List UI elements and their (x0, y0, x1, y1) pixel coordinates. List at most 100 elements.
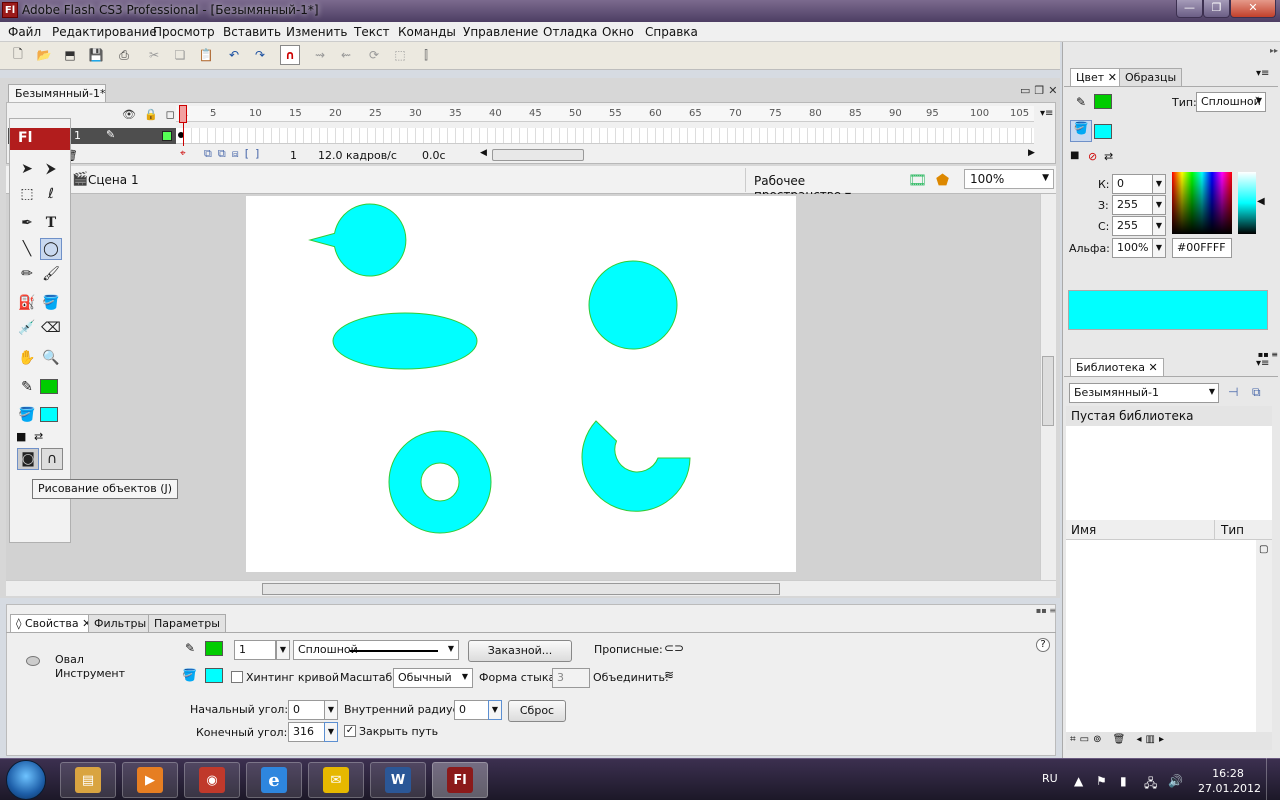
lasso-tool-icon[interactable]: ℓ (40, 183, 62, 205)
stroke-width-field[interactable]: 1 (234, 640, 276, 660)
prop-fill-color-swatch[interactable] (205, 668, 223, 683)
cut-icon[interactable]: ✂ (146, 47, 162, 63)
eraser-tool-icon[interactable]: ⌫ (40, 317, 62, 339)
menu-help[interactable]: Справка (645, 25, 698, 39)
library-doc-select[interactable]: Безымянный-1 ▼ (1069, 383, 1219, 403)
menu-modify[interactable]: Изменить (286, 25, 348, 39)
hinting-checkbox[interactable] (231, 671, 243, 683)
blue-dropdown[interactable]: ▼ (1152, 216, 1166, 236)
fill-color-swatch[interactable] (40, 407, 58, 422)
end-angle-field[interactable]: 316 (288, 722, 326, 742)
undo-icon[interactable]: ↶ (226, 47, 242, 63)
hex-field[interactable]: #00FFFF (1172, 238, 1232, 258)
library-bottom-toolbar[interactable]: ⌗▭⊚ 🗑 ◂▥▸ (1066, 732, 1272, 750)
tab-library[interactable]: Библиотека ✕ (1070, 358, 1164, 376)
scale-select[interactable]: Обычный ▼ (393, 668, 473, 688)
taskbar-app-explorer[interactable]: ▤ (60, 762, 116, 798)
edit-scene-icon[interactable]: 🎞 (908, 171, 927, 189)
save-icon[interactable]: 💾 (88, 47, 104, 63)
eyedropper-tool-icon[interactable]: 💉 (16, 317, 38, 339)
stage-vertical-thumb[interactable] (1042, 356, 1054, 426)
oval-tool-icon[interactable]: ◯ (40, 238, 62, 260)
library-list[interactable] (1066, 540, 1256, 732)
text-tool-icon[interactable]: T (40, 212, 62, 234)
start-angle-field[interactable]: 0 (288, 700, 326, 720)
menu-file[interactable]: Файл (8, 25, 41, 39)
selection-tool-icon[interactable]: ➤ (16, 158, 38, 180)
timeline-ruler[interactable] (176, 106, 1034, 122)
show-desktop-button[interactable] (1266, 758, 1280, 800)
inner-radius-dropdown[interactable]: ▼ (488, 700, 502, 720)
scroll-left-icon[interactable]: ◀ (480, 148, 487, 158)
rotate-icon[interactable]: ⟳ (366, 47, 382, 63)
ring-shape[interactable] (388, 430, 492, 534)
layer-outline-icon[interactable] (162, 131, 172, 141)
color-fill-icon[interactable]: 🪣 (1070, 120, 1092, 142)
color-panel-menu-icon[interactable]: ▾≡ (1256, 68, 1269, 79)
stroke-style-select[interactable]: Сплошной ▼ (293, 640, 459, 660)
taskbar-app-media[interactable]: ▶ (122, 762, 178, 798)
arc-ring-shape[interactable] (581, 420, 691, 512)
blue-field[interactable]: 255 (1112, 216, 1154, 236)
onion-skin-icons[interactable]: ⧉⧉⧈[] (204, 147, 265, 161)
color-fill-swatch[interactable] (1094, 124, 1112, 139)
menu-control[interactable]: Управление (463, 25, 538, 39)
prop-stroke-color-swatch[interactable] (205, 641, 223, 656)
language-indicator[interactable]: RU (1042, 772, 1058, 785)
reset-button[interactable]: Сброс (508, 700, 566, 722)
menu-insert[interactable]: Вставить (223, 25, 281, 39)
red-dropdown[interactable]: ▼ (1152, 174, 1166, 194)
new-library-panel-icon[interactable]: ⧉ (1252, 385, 1261, 400)
copy-icon[interactable]: ❏ (172, 47, 188, 63)
column-name[interactable]: Имя (1071, 523, 1096, 537)
pen-tool-icon[interactable]: ✒ (16, 212, 38, 234)
timeline-scroll-thumb[interactable] (492, 149, 584, 161)
show-hidden-icons[interactable]: ▲ (1074, 774, 1083, 788)
ellipse-shape[interactable] (332, 312, 478, 370)
scroll-right-icon[interactable]: ▶ (1028, 148, 1035, 158)
default-colors-icon[interactable]: ■ (1070, 150, 1079, 161)
pacman-shape[interactable] (308, 203, 407, 277)
default-colors-icon[interactable]: ■ (16, 430, 26, 443)
redo-icon[interactable]: ↷ (252, 47, 268, 63)
center-frame-icon[interactable]: ⌖ (180, 148, 186, 159)
dock-grip[interactable]: ▸▸ (1064, 46, 1278, 56)
tab-swatches[interactable]: Образцы (1119, 68, 1183, 86)
maximize-button[interactable]: ❐ (1203, 0, 1230, 18)
zoom-select[interactable]: 100% ▼ (964, 169, 1054, 189)
smooth-icon[interactable]: ⇝ (312, 47, 328, 63)
combine-icon[interactable]: ≋ (664, 668, 674, 682)
sort-icon[interactable]: ▢ (1259, 544, 1268, 555)
paint-bucket-tool-icon[interactable]: 🪣 (40, 292, 62, 314)
stroke-width-dropdown[interactable]: ▼ (276, 640, 290, 660)
hand-tool-icon[interactable]: ✋ (16, 347, 38, 369)
join-field[interactable]: 3 (552, 668, 590, 688)
document-window-controls[interactable]: ▭❐✕ (1020, 84, 1061, 97)
pin-library-icon[interactable]: ⊣ (1228, 385, 1238, 399)
brightness-slider[interactable] (1238, 172, 1256, 234)
fill-type-select[interactable]: Сплошной ▼ (1196, 92, 1266, 112)
start-angle-dropdown[interactable]: ▼ (324, 700, 338, 720)
close-path-checkbox[interactable]: ✓ (344, 725, 356, 737)
power-icon[interactable]: ▮ (1120, 774, 1127, 788)
tab-properties[interactable]: ◊ Свойства ✕ (10, 614, 98, 632)
taskbar-app-word[interactable]: W (370, 762, 426, 798)
layer-visibility-icons[interactable]: 👁🔒◻ (122, 108, 183, 121)
menu-edit[interactable]: Редактирование (52, 25, 157, 39)
no-color-icon[interactable]: ⊘ (1088, 150, 1097, 163)
menu-commands[interactable]: Команды (398, 25, 456, 39)
taskbar-app-recorder[interactable]: ◉ (184, 762, 240, 798)
swap-colors-icon[interactable]: ⇄ (1104, 150, 1113, 163)
end-angle-dropdown[interactable]: ▼ (324, 722, 338, 742)
straighten-icon[interactable]: ⇜ (338, 47, 354, 63)
tab-parameters[interactable]: Параметры (148, 614, 226, 632)
stage[interactable] (246, 196, 796, 572)
pencil-tool-icon[interactable]: ✏ (16, 263, 38, 285)
green-dropdown[interactable]: ▼ (1152, 195, 1166, 215)
library-menu-icon[interactable]: ▾≡ (1256, 358, 1269, 369)
network-icon[interactable]: 🖧 (1144, 774, 1157, 795)
circle-shape[interactable] (588, 260, 678, 350)
swap-colors-icon[interactable]: ⇄ (34, 430, 43, 443)
document-tab[interactable]: Безымянный-1* (8, 84, 106, 102)
subselection-tool-icon[interactable]: ⮞ (40, 158, 62, 180)
